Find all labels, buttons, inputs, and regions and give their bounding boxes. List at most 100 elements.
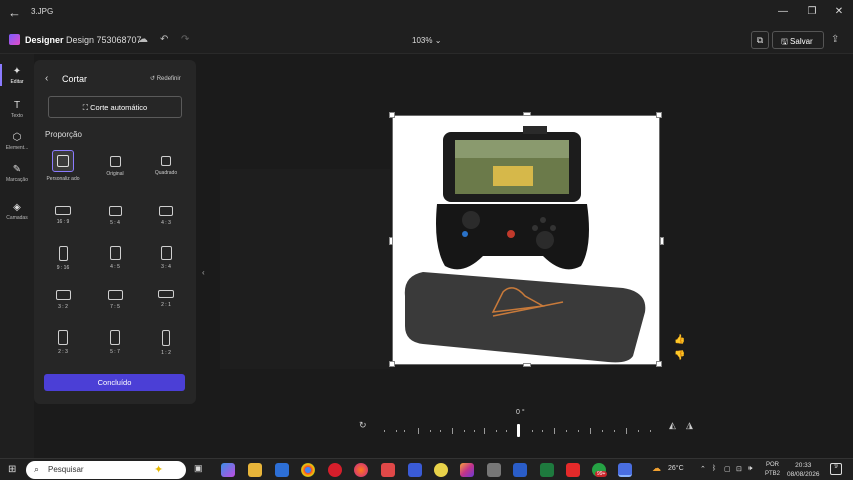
ratio-2-3[interactable]: 2 : 3 xyxy=(43,330,83,355)
zoom-level[interactable]: 103% ⌄ xyxy=(412,36,441,45)
crop-handle-bottom-left[interactable] xyxy=(389,361,395,367)
taskbar: ⊞ ⌕ Pesquisar ✦ ▣ 99+ ☁ 26°C ⌃ ᛒ ▢ ⊡ 🕪 P… xyxy=(0,458,853,480)
section-label: Proporção xyxy=(45,130,82,139)
undo-icon[interactable]: ↶ xyxy=(160,34,168,45)
rail-item-elementos[interactable]: ⬡ Element... xyxy=(0,132,34,151)
crop-handle-top-left[interactable] xyxy=(389,112,395,118)
crop-image[interactable] xyxy=(392,115,660,365)
weather-temp[interactable]: 26°C xyxy=(668,465,684,472)
designer-logo-icon xyxy=(9,34,20,45)
flip-vertical-icon[interactable]: ◮ xyxy=(686,420,693,431)
task-view-icon[interactable]: ▣ xyxy=(194,463,208,477)
save-button[interactable]: 🖫 Salvar xyxy=(772,31,824,49)
ratio-4-3[interactable]: 4 : 3 xyxy=(146,206,186,226)
ratio-7-5[interactable]: 7 : 5 xyxy=(95,290,135,310)
rail-item-marcacao[interactable]: ✎ Marcação xyxy=(0,164,34,183)
ghost-image xyxy=(220,169,390,369)
excel-icon[interactable] xyxy=(540,463,554,477)
redo-icon[interactable]: ↷ xyxy=(181,34,189,45)
camera-icon[interactable] xyxy=(487,463,501,477)
share-icon[interactable]: ⇪ xyxy=(831,34,839,45)
input-language[interactable]: POR PTB2 xyxy=(765,461,780,479)
ratio-9-16[interactable]: 9 : 16 xyxy=(43,246,83,271)
instagram-icon[interactable] xyxy=(460,463,474,477)
ratio-4-5-icon xyxy=(109,246,121,260)
copilot-icon[interactable] xyxy=(221,463,235,477)
minimize-icon[interactable]: — xyxy=(776,6,790,17)
opera-icon[interactable] xyxy=(328,463,342,477)
crop-handle-top[interactable] xyxy=(523,112,531,116)
ratio-custom[interactable]: Personaliz ado xyxy=(43,150,83,182)
crop-handle-right[interactable] xyxy=(660,237,664,245)
crop-handle-top-right[interactable] xyxy=(656,112,662,118)
clock[interactable]: 20:33 08/08/2026 xyxy=(787,461,820,479)
crop-handle-bottom[interactable] xyxy=(523,363,531,367)
calculator-icon[interactable] xyxy=(275,463,289,477)
maximize-icon[interactable]: ❐ xyxy=(805,6,819,17)
firefox-icon[interactable] xyxy=(354,463,368,477)
gamepad-photo xyxy=(404,126,646,363)
file-explorer-icon[interactable] xyxy=(248,463,262,477)
notification-icon[interactable]: 9 xyxy=(830,463,842,475)
ratio-2-3-icon xyxy=(58,330,68,345)
volume-icon[interactable]: 🕪 xyxy=(748,465,752,473)
ratio-5-7[interactable]: 5 : 7 xyxy=(95,330,135,355)
text-icon: T xyxy=(13,100,21,111)
ratio-3-4[interactable]: 3 : 4 xyxy=(146,246,186,270)
ratio-16-9[interactable]: 16 : 9 xyxy=(43,206,83,225)
ratio-3-2[interactable]: 3 : 2 xyxy=(43,290,83,310)
weather-icon: ☁ xyxy=(652,463,661,473)
youtube-icon[interactable] xyxy=(566,463,580,477)
duplicate-button[interactable]: ⧉ xyxy=(751,31,769,49)
reset-button[interactable]: ↺ Redefinir xyxy=(150,75,181,82)
panel-back-icon[interactable]: ‹ xyxy=(45,73,48,84)
app-bar: Designer Design 753068707 ☁ ↶ ↷ 103% ⌄ ⧉… xyxy=(0,26,853,54)
chrome-icon[interactable] xyxy=(301,463,315,477)
auto-crop-button[interactable]: ⛶ Corte automático xyxy=(48,96,182,118)
collapse-panel-icon[interactable]: ‹ xyxy=(202,268,212,288)
ratio-square[interactable]: Quadrado xyxy=(146,156,186,176)
file-name: 3.JPG xyxy=(31,7,54,16)
panel-title: Cortar xyxy=(62,74,88,84)
search-icon: ⌕ xyxy=(34,464,40,474)
thumbs-up-icon[interactable]: 👍 xyxy=(674,334,685,345)
rotation-thumb[interactable] xyxy=(517,424,520,437)
word-icon[interactable] xyxy=(513,463,527,477)
windows-start-icon[interactable]: ⊞ xyxy=(8,464,16,475)
back-arrow-icon[interactable]: ← xyxy=(8,5,22,20)
ratio-5-4[interactable]: 5 : 4 xyxy=(95,206,135,226)
rail-item-camadas[interactable]: ◈ Camadas xyxy=(0,202,34,221)
thumbs-down-icon[interactable]: 👎 xyxy=(674,350,685,361)
ratio-1-2[interactable]: 1 : 2 xyxy=(146,330,186,356)
whatsapp-badge: 99+ xyxy=(595,471,608,477)
pacman-icon[interactable] xyxy=(434,463,448,477)
designer-taskbar-icon[interactable] xyxy=(618,463,632,477)
app-icon[interactable] xyxy=(408,463,422,477)
tray-chevron-icon[interactable]: ⌃ xyxy=(700,465,706,473)
ratio-original[interactable]: Original xyxy=(95,156,135,177)
rotate-icon[interactable]: ↻ xyxy=(359,420,367,431)
chat-icon[interactable]: ▢ xyxy=(724,465,731,473)
ratio-5-7-icon xyxy=(110,330,120,345)
done-button[interactable]: Concluído xyxy=(44,374,185,391)
flip-horizontal-icon[interactable]: ◭ xyxy=(669,420,676,431)
document-name[interactable]: Design 753068707 xyxy=(66,35,142,45)
ratio-2-1[interactable]: 2 : 1 xyxy=(146,290,186,308)
sparkle-icon: ✦ xyxy=(12,66,22,77)
ratio-4-5[interactable]: 4 : 5 xyxy=(95,246,135,270)
crop-handle-left[interactable] xyxy=(389,237,393,245)
layers-icon: ◈ xyxy=(13,202,21,213)
cloud-sync-icon[interactable]: ☁ xyxy=(138,34,148,45)
rotation-slider[interactable] xyxy=(382,424,658,438)
close-icon[interactable]: ✕ xyxy=(832,6,846,17)
paint-icon[interactable] xyxy=(381,463,395,477)
taskbar-search[interactable]: ⌕ Pesquisar ✦ xyxy=(26,461,186,479)
rail-item-editar[interactable]: ✦ Editar xyxy=(0,66,34,85)
bluetooth-icon[interactable]: ᛒ xyxy=(712,465,716,472)
network-icon[interactable]: ⊡ xyxy=(736,465,742,473)
crop-handle-bottom-right[interactable] xyxy=(656,361,662,367)
rail-item-texto[interactable]: T Texto xyxy=(0,100,34,119)
square-icon xyxy=(161,156,171,166)
search-highlight-icon: ✦ xyxy=(154,464,164,476)
image-icon xyxy=(109,156,121,167)
